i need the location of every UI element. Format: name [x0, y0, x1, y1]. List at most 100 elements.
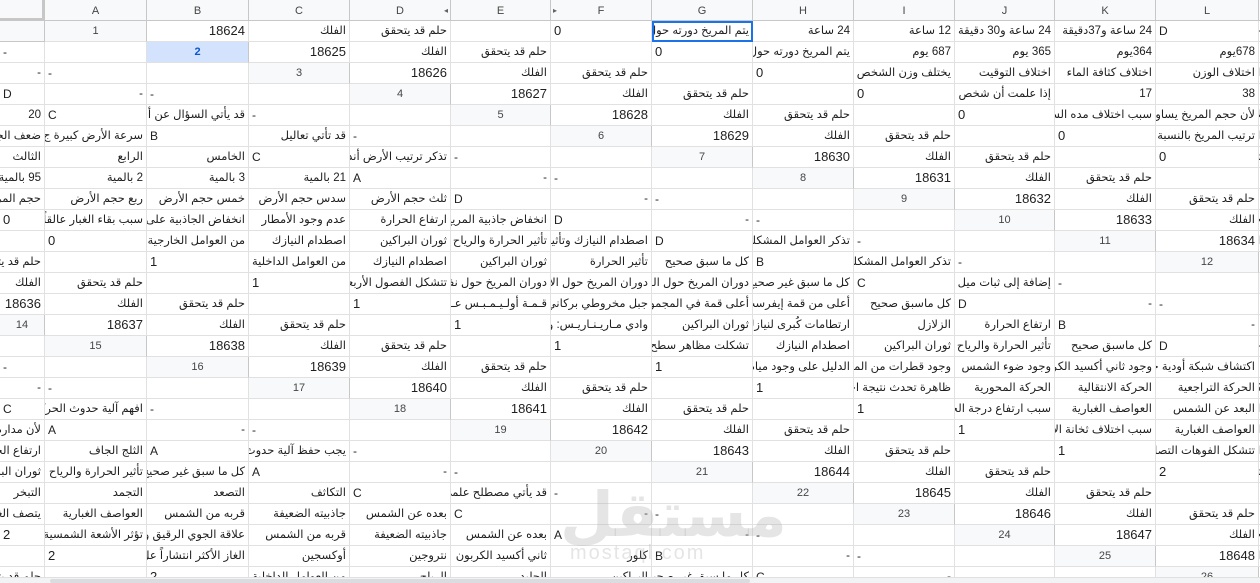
cell-c19[interactable]: حلم قد يتحقق [753, 420, 854, 441]
row-header-17[interactable]: 17 [249, 378, 350, 399]
cell-m9[interactable]: - [753, 210, 854, 231]
cell-k7[interactable]: A [350, 168, 451, 189]
cell-k1[interactable]: D [1156, 21, 1259, 42]
column-header-h[interactable]: H [753, 0, 854, 21]
cell-e16[interactable]: 1 [652, 357, 753, 378]
cell-m8[interactable]: - [652, 189, 753, 210]
cell-i9[interactable]: ارتفاع الحرارة [350, 210, 451, 231]
cell-b10[interactable]: الفلك [1156, 210, 1259, 231]
cell-l19[interactable]: يجب حفظ آلية حدوث الة [249, 441, 350, 462]
cell-k12[interactable]: C [854, 273, 955, 294]
cell-k22[interactable]: C [451, 504, 551, 525]
cell-h14[interactable]: ارتطامات كُبرى لنيازك [753, 315, 854, 336]
cell-i20[interactable]: تأثير الحرارة والرياح و [45, 462, 147, 483]
column-header-k[interactable]: K [1055, 0, 1156, 21]
column-header-d[interactable]: D ◂ [350, 0, 451, 21]
cell-b7[interactable]: الفلك [854, 147, 955, 168]
cell-g15[interactable]: اصطدام النيازك [753, 336, 854, 357]
cell-d11[interactable] [45, 252, 147, 273]
cell-f24[interactable]: الغاز الأكثر انتشاراً عل [147, 546, 249, 567]
cell-e3[interactable]: 0 [753, 63, 854, 84]
cell-b5[interactable]: الفلك [652, 105, 753, 126]
cell-l17[interactable]: افهم آلية حدوث الحركة [45, 399, 147, 420]
cell-b6[interactable]: الفلك [753, 126, 854, 147]
cell-g9[interactable]: انخفاض الجاذبية على [147, 210, 249, 231]
cell-f13[interactable]: قـمـة أولـيـمـبـس عـلـى [451, 294, 551, 315]
cell-a5[interactable]: 18628 [551, 105, 652, 126]
cell-k21[interactable]: C [350, 483, 451, 504]
cell-b20[interactable]: الفلك [753, 441, 854, 462]
cell-f1[interactable]: يتم المريخ دورته حول [652, 21, 753, 42]
cell-b21[interactable]: الفلك [854, 462, 955, 483]
column-header-f[interactable]: F ▸ [551, 0, 652, 21]
cell-e14[interactable]: 1 [451, 315, 551, 336]
cell-f6[interactable]: ترتيب المريخ بالنسبة لل [1156, 126, 1259, 147]
cell-k8[interactable]: D [451, 189, 551, 210]
cell-g24[interactable]: أوكسجين [249, 546, 350, 567]
cell-c3[interactable]: حلم قد يتحقق [551, 63, 652, 84]
cell-d20[interactable] [955, 441, 1055, 462]
row-header-22[interactable]: 22 [753, 483, 854, 504]
cell-k23[interactable]: A [551, 525, 652, 546]
cell-g16[interactable]: وجود قطرات من الماء [854, 357, 955, 378]
cell-g1[interactable]: 24 ساعة [753, 21, 854, 42]
cell-a1[interactable]: 18624 [147, 21, 249, 42]
cell-g3[interactable]: اختلاف التوقيت [955, 63, 1055, 84]
cell-l16[interactable]: - [0, 378, 45, 399]
row-header-11[interactable]: 11 [1055, 231, 1156, 252]
cell-d13[interactable] [249, 294, 350, 315]
cell-a13[interactable]: 18636 [0, 294, 45, 315]
cell-a10[interactable]: 18633 [1055, 210, 1156, 231]
cell-m23[interactable]: - [753, 525, 854, 546]
cell-l23[interactable]: - [652, 525, 753, 546]
cell-g5[interactable]: لأن حجم المريخ يساوي [1156, 105, 1259, 126]
cell-i11[interactable]: تأثير الحرارة [551, 252, 652, 273]
cell-j2[interactable]: 678يوم [1156, 42, 1259, 63]
cell-f20[interactable]: تتشكل الفوهات التصادم [1156, 441, 1259, 462]
row-header-14[interactable]: 14 [0, 315, 45, 336]
cell-f19[interactable]: سبب اختلاف ثخانة الأ [1055, 420, 1156, 441]
cell-e4[interactable]: 0 [854, 84, 955, 105]
cell-l13[interactable]: - [1055, 294, 1156, 315]
row-header-6[interactable]: 6 [551, 126, 652, 147]
cell-e2[interactable]: 0 [652, 42, 753, 63]
column-header-l[interactable]: L [1156, 0, 1259, 21]
cell-m7[interactable]: - [551, 168, 652, 189]
cell-l24[interactable]: - [753, 546, 854, 567]
cell-m21[interactable]: - [551, 483, 652, 504]
cell-e5[interactable]: 0 [955, 105, 1055, 126]
cell-c15[interactable]: حلم قد يتحقق [350, 336, 451, 357]
cell-l14[interactable]: - [1156, 315, 1259, 336]
cell-d21[interactable] [1055, 462, 1156, 483]
cell-i10[interactable]: تأثير الحرارة والرياح و [451, 231, 551, 252]
cell-f22[interactable]: يتصف الغلاف الجوي ل [0, 504, 45, 525]
cell-j21[interactable]: التكاثف [249, 483, 350, 504]
cell-d8[interactable] [1156, 168, 1259, 189]
cell-d22[interactable] [1156, 483, 1259, 504]
cell-j13[interactable]: كل ماسبق صحيح [854, 294, 955, 315]
cell-k4[interactable]: C [45, 105, 147, 126]
row-header-21[interactable]: 21 [652, 462, 753, 483]
cell-g14[interactable]: ثوران البراكين [652, 315, 753, 336]
cell-c7[interactable]: حلم قد يتحقق [955, 147, 1055, 168]
cell-b23[interactable]: الفلك [1055, 504, 1156, 525]
cell-h20[interactable]: ثوران البراكين [0, 462, 45, 483]
cell-m17[interactable]: - [147, 399, 249, 420]
cell-i21[interactable]: التصعد [147, 483, 249, 504]
cell-e1[interactable]: 0 [551, 21, 652, 42]
cell-i12[interactable]: دوران المريخ حول الش [652, 273, 753, 294]
cell-a9[interactable]: 18632 [955, 189, 1055, 210]
cell-g18[interactable]: العواصف الغبارية [1055, 399, 1156, 420]
cell-e24[interactable]: 2 [45, 546, 147, 567]
cell-j7[interactable]: 21 بالمية [249, 168, 350, 189]
row-header-8[interactable]: 8 [753, 168, 854, 189]
cell-m1[interactable]: - [0, 42, 45, 63]
cell-m6[interactable]: - [451, 147, 551, 168]
cell-m24[interactable]: - [854, 546, 955, 567]
cell-d7[interactable] [1055, 147, 1156, 168]
cell-h11[interactable]: ثوران البراكين [451, 252, 551, 273]
cell-j19[interactable]: الثلج الجاف [45, 441, 147, 462]
cell-i5[interactable]: ضعف الجاذبية [0, 126, 45, 147]
cell-h15[interactable]: ثوران البراكين [854, 336, 955, 357]
cell-f9[interactable]: سبب بقاء الغبار عالقاً ف [45, 210, 147, 231]
